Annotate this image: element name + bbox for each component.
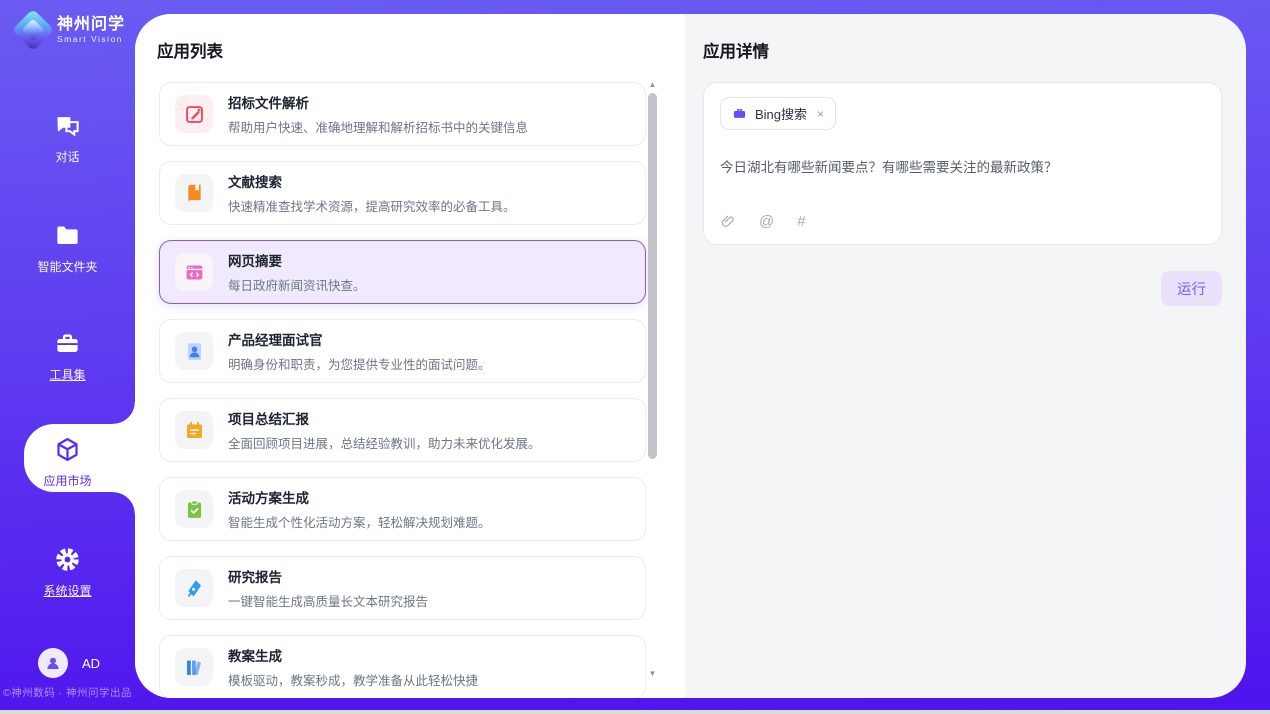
brand-diamond-icon — [12, 9, 54, 51]
app-card-desc: 每日政府新闻资讯快查。 — [228, 275, 366, 294]
plan-icon — [175, 490, 213, 528]
mention-at-icon[interactable]: @ — [759, 213, 774, 230]
sidebar-item-label: 工具集 — [0, 366, 135, 383]
main-content: 应用列表 招标文件解析 帮助用户快速、准确地理解和解析招标书中的关键信息 文献搜… — [135, 14, 1246, 698]
app-card[interactable]: 网页摘要 每日政府新闻资讯快查。 — [159, 240, 646, 304]
sidebar-item-toolset[interactable]: 工具集 — [0, 330, 135, 383]
app-card-name: 文献搜索 — [228, 171, 516, 191]
app-card-desc: 快速精准查找学术资源，提高研究效率的必备工具。 — [228, 196, 516, 215]
interviewer-icon — [175, 332, 213, 370]
app-card[interactable]: 研究报告 一键智能生成高质量长文本研究报告 — [159, 556, 646, 620]
sidebar-item-system-settings[interactable]: 系统设置 — [0, 546, 135, 599]
app-title: 神州问学 — [57, 16, 125, 34]
app-card-name: 网页摘要 — [228, 250, 366, 270]
book-icon — [175, 174, 213, 212]
app-card-desc: 模板驱动，教案秒成，教学准备从此轻松快捷 — [228, 670, 478, 689]
folder-icon — [54, 222, 81, 249]
sidebar-item-label: 系统设置 — [0, 582, 135, 599]
briefcase-icon — [732, 106, 747, 121]
user-avatar[interactable] — [38, 648, 68, 678]
question-text[interactable]: 今日湖北有哪些新闻要点？有哪些需要关注的最新政策？ — [720, 156, 1205, 176]
lesson-icon — [175, 648, 213, 686]
copyright-footer: ©神州数码 · 神州问学出品 — [0, 685, 135, 700]
sidebar-item-smart-folder[interactable]: 智能文件夹 — [0, 222, 135, 275]
sidebar-item-label: 对话 — [0, 148, 135, 165]
cube-icon — [54, 436, 81, 463]
tool-tag-label: Bing搜索 — [755, 104, 807, 123]
summary-icon — [175, 411, 213, 449]
app-card-name: 活动方案生成 — [228, 487, 491, 507]
app-card-name: 项目总结汇报 — [228, 408, 541, 428]
app-card-desc: 智能生成个性化活动方案，轻松解决规划难题。 — [228, 512, 491, 531]
sidebar-item-chat[interactable]: 对话 — [0, 112, 135, 165]
sidebar-item-label: 智能文件夹 — [0, 258, 135, 275]
app-card[interactable]: 文献搜索 快速精准查找学术资源，提高研究效率的必备工具。 — [159, 161, 646, 225]
app-card-desc: 帮助用户快速、准确地理解和解析招标书中的关键信息 — [228, 117, 528, 136]
gear-icon — [54, 546, 81, 573]
research-icon — [175, 569, 213, 607]
app-card[interactable]: 产品经理面试官 明确身份和职责，为您提供专业性的面试问题。 — [159, 319, 646, 383]
sidebar-item-label: 应用市场 — [0, 472, 135, 489]
app-list-panel: 应用列表 招标文件解析 帮助用户快速、准确地理解和解析招标书中的关键信息 文献搜… — [135, 14, 685, 698]
app-card[interactable]: 教案生成 模板驱动，教案秒成，教学准备从此轻松快捷 — [159, 635, 646, 698]
app-list-title: 应用列表 — [157, 38, 223, 62]
app-tagline: Smart Vision — [57, 34, 125, 44]
app-card-list: 招标文件解析 帮助用户快速、准确地理解和解析招标书中的关键信息 文献搜索 快速精… — [159, 82, 646, 698]
toolbox-icon — [54, 330, 81, 357]
app-card-desc: 全面回顾项目进展，总结经验教训，助力未来优化发展。 — [228, 433, 541, 452]
user-name: AD — [82, 656, 100, 671]
bing-search-tag[interactable]: Bing搜索 × — [720, 97, 836, 130]
app-card[interactable]: 项目总结汇报 全面回顾项目进展，总结经验教训，助力未来优化发展。 — [159, 398, 646, 462]
composer-card[interactable]: Bing搜索 × 今日湖北有哪些新闻要点？有哪些需要关注的最新政策？ @ # — [703, 82, 1222, 245]
scroll-up-arrow-icon[interactable]: ▲ — [647, 80, 658, 89]
user-row[interactable]: AD — [38, 648, 100, 678]
app-card-desc: 一键智能生成高质量长文本研究报告 — [228, 591, 428, 610]
app-card-desc: 明确身份和职责，为您提供专业性的面试问题。 — [228, 354, 491, 373]
scrollbar-thumb[interactable] — [648, 93, 657, 459]
app-card[interactable]: 招标文件解析 帮助用户快速、准确地理解和解析招标书中的关键信息 — [159, 82, 646, 146]
sidebar-item-app-market[interactable]: 应用市场 — [0, 436, 135, 489]
app-detail-title: 应用详情 — [703, 38, 769, 62]
app-card-name: 产品经理面试官 — [228, 329, 491, 349]
app-window: 神州问学 Smart Vision 对话 智能文件夹 工具集 应用市场 系统设置 — [0, 0, 1270, 710]
scroll-down-arrow-icon[interactable]: ▼ — [647, 669, 658, 678]
app-card-name: 教案生成 — [228, 645, 478, 665]
logo: 神州问学 Smart Vision — [18, 15, 125, 45]
run-button[interactable]: 运行 — [1161, 271, 1222, 306]
paperclip-icon[interactable] — [720, 214, 736, 230]
app-detail-panel: 应用详情 Bing搜索 × 今日湖北有哪些新闻要点？有哪些需要关注的最新政策？ … — [685, 14, 1246, 698]
tag-close-icon[interactable]: × — [817, 107, 824, 121]
app-card-name: 招标文件解析 — [228, 92, 528, 112]
app-card-name: 研究报告 — [228, 566, 428, 586]
hashtag-icon[interactable]: # — [797, 213, 805, 230]
contract-edit-icon — [175, 95, 213, 133]
sidebar: 神州问学 Smart Vision 对话 智能文件夹 工具集 应用市场 系统设置 — [0, 0, 135, 710]
run-row: 运行 — [703, 271, 1222, 306]
app-card[interactable]: 活动方案生成 智能生成个性化活动方案，轻松解决规划难题。 — [159, 477, 646, 541]
webpage-icon — [175, 253, 213, 291]
person-icon — [44, 654, 62, 672]
composer-toolbar: @ # — [720, 213, 1205, 230]
scrollbar[interactable]: ▲ ▼ — [647, 80, 658, 678]
chat-icon — [54, 112, 81, 139]
